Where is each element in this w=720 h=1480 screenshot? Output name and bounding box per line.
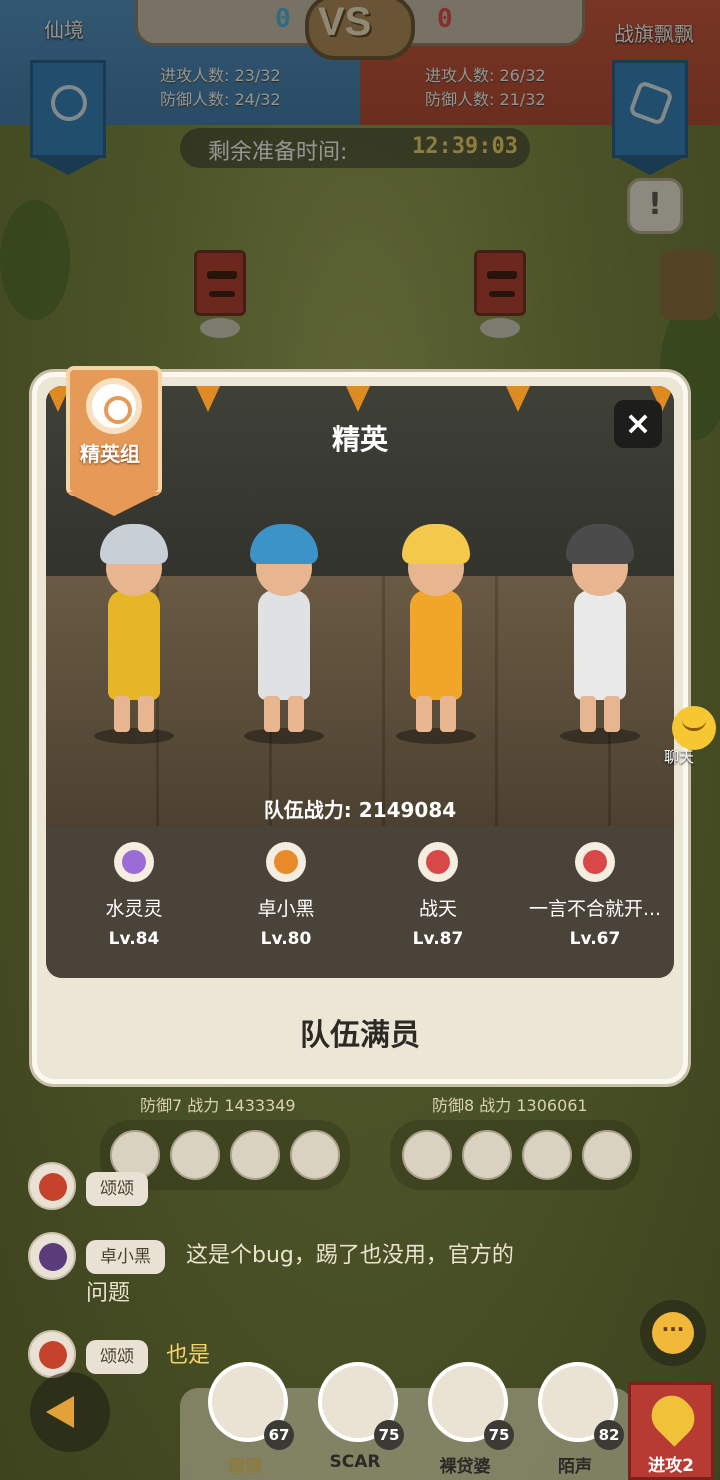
member-name: 战天: [418, 898, 457, 920]
floating-chat-button[interactable]: 聊天: [654, 706, 720, 766]
chat-avatar[interactable]: [28, 1330, 76, 1378]
attacker-level: 67: [264, 1420, 294, 1450]
chat-sender-name: 颂颂: [86, 1172, 148, 1206]
member-name: 卓小黑: [257, 898, 315, 920]
team-member[interactable]: 卓小黑 Lv.80: [216, 842, 356, 949]
team-status: 队伍满员: [300, 1018, 420, 1053]
member-level: Lv.80: [260, 929, 312, 949]
chat-sender-name: 卓小黑: [86, 1240, 165, 1274]
chat-open-button[interactable]: [640, 1300, 706, 1366]
defender-avatar[interactable]: [522, 1130, 572, 1180]
attacker-slot[interactable]: 67 颂颂: [190, 1362, 300, 1480]
member-name: 一言不合就开...: [528, 898, 662, 920]
member-name: 水灵灵: [105, 898, 163, 920]
location-pin-icon: [643, 1387, 703, 1447]
chat-emoji-icon: [672, 706, 716, 750]
class-icon: [418, 842, 458, 882]
attack-label: 进攻2: [648, 1456, 694, 1476]
member-level: Lv.84: [108, 929, 160, 949]
team-member[interactable]: 战天 Lv.87: [368, 842, 508, 949]
modal-title: 精英: [331, 423, 388, 456]
elite-group-badge: [66, 366, 162, 516]
attacker-name: 裸贷婆: [439, 1457, 491, 1477]
close-button[interactable]: ×: [614, 400, 662, 448]
member-level: Lv.87: [412, 929, 464, 949]
back-arrow-icon[interactable]: [30, 1372, 110, 1452]
defender-avatar[interactable]: [462, 1130, 512, 1180]
team-member[interactable]: 水灵灵 Lv.84: [64, 842, 204, 949]
defender-avatar[interactable]: [582, 1130, 632, 1180]
chat-avatar[interactable]: [28, 1162, 76, 1210]
hero-figure[interactable]: [74, 500, 194, 750]
class-icon: [575, 842, 615, 882]
class-icon: [266, 842, 306, 882]
chat-message-continued: 问题: [86, 1281, 131, 1306]
attack-button[interactable]: 进攻2: [628, 1382, 714, 1480]
attacker-slot[interactable]: 75 裸贷婆: [410, 1362, 520, 1480]
chat-message: 这是个bug，踢了也没用，官方的: [186, 1243, 514, 1268]
attacker-name: SCAR: [329, 1452, 381, 1472]
defender-avatar[interactable]: [170, 1130, 220, 1180]
chat-label: 聊天: [664, 748, 695, 766]
sun-emblem-icon: [92, 384, 136, 428]
defense-8-label: 防御8 战力 1306061: [432, 1096, 588, 1115]
team-member[interactable]: 一言不合就开... Lv.67: [525, 842, 665, 949]
defender-avatar[interactable]: [290, 1130, 340, 1180]
attacker-slot[interactable]: 75 SCAR: [300, 1362, 410, 1480]
attacker-level: 75: [374, 1420, 404, 1450]
member-level: Lv.67: [569, 929, 621, 949]
pennant-icon: [346, 386, 370, 412]
attacker-name: 颂颂: [228, 1457, 262, 1477]
hero-figure[interactable]: [376, 500, 496, 750]
group-badge-label: 精英组: [80, 442, 140, 466]
defense-7-label: 防御7 战力 1433349: [140, 1096, 296, 1115]
defender-avatar[interactable]: [230, 1130, 280, 1180]
attacker-slot[interactable]: 82 陌声: [520, 1362, 630, 1480]
chat-avatar[interactable]: [28, 1232, 76, 1280]
attacker-name: 陌声: [558, 1457, 592, 1477]
hero-figure[interactable]: [540, 500, 660, 750]
pennant-icon: [196, 386, 220, 412]
defender-avatar[interactable]: [402, 1130, 452, 1180]
chat-sender-name: 颂颂: [86, 1340, 148, 1374]
pennant-icon: [506, 386, 530, 412]
attacker-level: 82: [594, 1420, 624, 1450]
hero-figure[interactable]: [224, 500, 344, 750]
attacker-level: 75: [484, 1420, 514, 1450]
class-icon: [114, 842, 154, 882]
team-power: 队伍战力: 2149084: [263, 798, 457, 822]
